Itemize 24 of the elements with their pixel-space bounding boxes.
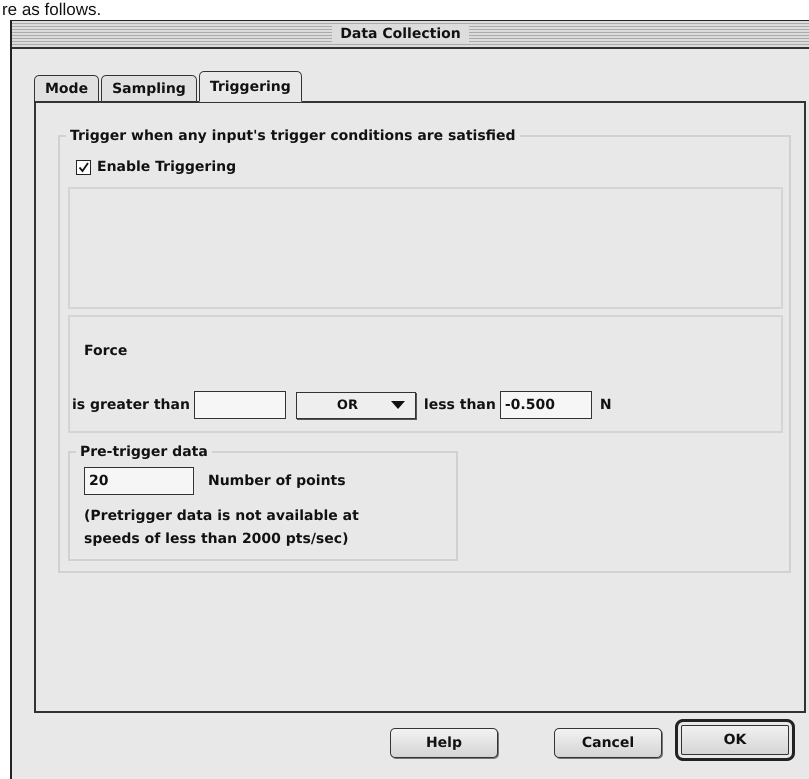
field-label: less than	[424, 397, 496, 413]
points-field[interactable]: 20	[84, 467, 194, 495]
caret-icon	[390, 401, 405, 409]
document-text: re as follows.	[2, 1, 102, 19]
ok-button[interactable]: OK	[675, 719, 795, 761]
cancel-button[interactable]: Cancel	[554, 728, 662, 758]
field-label: Number of points	[208, 473, 346, 489]
tab[interactable]: Mode	[34, 75, 100, 101]
field-label: is greater than	[72, 397, 190, 413]
checkbox[interactable]	[76, 160, 91, 174]
help-button[interactable]: Help	[390, 728, 498, 758]
sensor-name: Force	[84, 343, 128, 359]
tab[interactable]: Sampling	[101, 75, 197, 101]
note-text: speeds of less than 2000 pts/sec)	[84, 530, 350, 549]
note-text: (Pretrigger data is not available at	[84, 507, 360, 526]
unit-label: N	[600, 397, 612, 413]
checkbox-label: Enable Triggering	[97, 159, 236, 175]
less-than-field[interactable]: -0.500	[500, 391, 592, 419]
group-title: Trigger when any input's trigger conditions are satisfied	[66, 127, 520, 145]
tab[interactable]: Triggering	[198, 71, 302, 102]
operator-dropdown[interactable]: OR	[296, 392, 416, 418]
group-title: Pre-trigger data	[76, 443, 212, 461]
window-title: Data Collection	[332, 26, 469, 42]
greater-than-field[interactable]	[194, 391, 286, 419]
